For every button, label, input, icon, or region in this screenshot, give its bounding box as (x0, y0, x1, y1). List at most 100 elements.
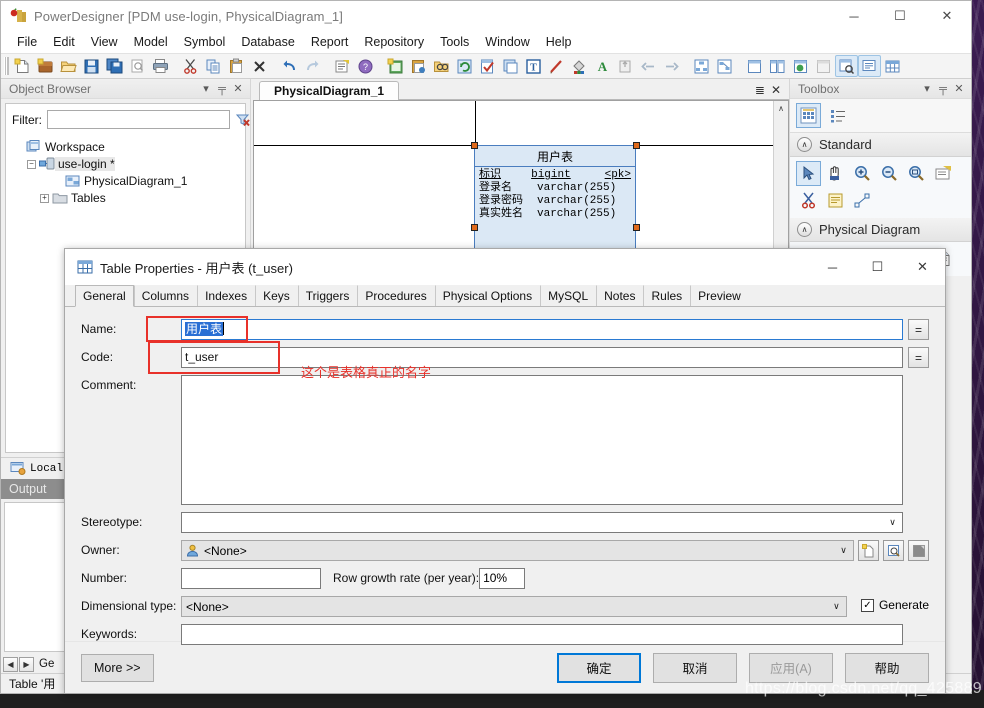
tab-mysql[interactable]: MySQL (540, 285, 596, 306)
filter-input[interactable] (47, 110, 230, 129)
align-icon[interactable] (789, 55, 812, 77)
layer-icon[interactable] (499, 55, 522, 77)
open-package-icon[interactable] (931, 161, 956, 186)
chevron-up-icon[interactable]: ∧ (797, 137, 812, 152)
comment-textarea[interactable] (181, 375, 903, 505)
menu-database[interactable]: Database (233, 33, 303, 51)
palette-list-icon[interactable] (825, 103, 850, 128)
print-icon[interactable] (149, 55, 172, 77)
tab-next-button[interactable]: ▶ (19, 656, 34, 672)
tree-expander[interactable]: + (38, 192, 51, 203)
help-icon[interactable]: ? (354, 55, 377, 77)
cancel-button[interactable]: 取消 (653, 652, 737, 683)
dialog-maximize-button[interactable]: ☐ (855, 249, 900, 285)
stereotype-combo[interactable]: ∨ (181, 512, 903, 533)
chevron-down-icon[interactable]: ▾ (198, 82, 214, 95)
save-all-icon[interactable] (103, 55, 126, 77)
chevron-down-icon[interactable]: ∨ (829, 601, 844, 612)
generate-checkbox-row[interactable]: ✓ Generate (860, 596, 929, 612)
paste-format-icon[interactable] (407, 55, 430, 77)
menu-window[interactable]: Window (477, 33, 537, 51)
palette-grid-icon[interactable] (796, 103, 821, 128)
tab-physical-options[interactable]: Physical Options (434, 285, 540, 306)
menu-view[interactable]: View (83, 33, 126, 51)
number-input[interactable] (181, 568, 321, 589)
check-model-icon[interactable] (476, 55, 499, 77)
tree-node-workspace[interactable]: Workspace (12, 138, 245, 155)
selection-handle[interactable] (471, 224, 478, 231)
owner-properties-button[interactable] (883, 540, 904, 561)
delete-icon[interactable] (248, 55, 271, 77)
menu-symbol[interactable]: Symbol (176, 33, 234, 51)
maximize-button[interactable]: ☐ (877, 1, 923, 31)
close-icon[interactable]: ✕ (951, 82, 967, 95)
refresh-icon[interactable] (453, 55, 476, 77)
tab-physicaldiagram-1[interactable]: PhysicalDiagram_1 (259, 81, 400, 100)
tree-expander[interactable]: − (25, 158, 38, 169)
dialog-close-button[interactable]: ✕ (900, 249, 945, 285)
selection-handle[interactable] (471, 142, 478, 149)
tab-keys[interactable]: Keys (255, 285, 298, 306)
comment-icon[interactable] (858, 55, 881, 77)
row-growth-input[interactable]: 10% (479, 568, 526, 589)
chevron-up-icon[interactable]: ∧ (797, 222, 812, 237)
zoom-in-icon[interactable] (850, 161, 875, 186)
close-icon[interactable]: ✕ (230, 82, 246, 95)
pin-icon[interactable]: ╤ (935, 83, 951, 95)
toolbar-grip[interactable] (4, 57, 9, 75)
find-icon[interactable] (430, 55, 453, 77)
menu-repository[interactable]: Repository (356, 33, 432, 51)
link-icon[interactable] (850, 188, 875, 213)
close-button[interactable]: ✕ (923, 1, 971, 31)
toolbox-group-physical-diagram[interactable]: ∧ Physical Diagram (790, 218, 971, 242)
name-equals-button[interactable]: = (908, 319, 929, 340)
zoom-out-icon[interactable] (877, 161, 902, 186)
paste-icon[interactable] (225, 55, 248, 77)
menu-file[interactable]: File (9, 33, 45, 51)
dialog-minimize-button[interactable]: ─ (810, 249, 855, 285)
open-icon[interactable] (57, 55, 80, 77)
owner-combo[interactable]: <None> ∨ (181, 540, 854, 561)
new-diagram-icon[interactable] (384, 55, 407, 77)
code-input[interactable]: t_user (181, 347, 903, 368)
text-format-icon[interactable]: T (522, 55, 545, 77)
grid-icon[interactable] (881, 55, 904, 77)
font-color-icon[interactable]: A (591, 55, 614, 77)
help-button[interactable]: 帮助 (845, 652, 929, 683)
save-icon[interactable] (80, 55, 103, 77)
tile-icon[interactable] (766, 55, 789, 77)
window-icon[interactable] (743, 55, 766, 77)
filter-clear-icon[interactable] (235, 111, 250, 128)
menu-model[interactable]: Model (126, 33, 176, 51)
zoom-fit-icon[interactable] (904, 161, 929, 186)
tab-notes[interactable]: Notes (596, 285, 643, 306)
ok-button[interactable]: 确定 (557, 652, 641, 683)
generate-checkbox[interactable]: ✓ (860, 598, 874, 612)
menu-tools[interactable]: Tools (432, 33, 477, 51)
owner-clear-button[interactable] (908, 540, 929, 561)
more-button[interactable]: More >> (81, 653, 154, 682)
auto-layout-icon[interactable] (713, 55, 736, 77)
pin-icon[interactable]: ╤ (214, 83, 230, 95)
fill-color-icon[interactable] (568, 55, 591, 77)
back-icon[interactable] (637, 55, 660, 77)
keywords-input[interactable] (181, 624, 903, 645)
name-input[interactable]: 用户表 (181, 319, 903, 340)
redo-icon[interactable] (301, 55, 324, 77)
pointer-icon[interactable] (796, 161, 821, 186)
forward-icon[interactable] (660, 55, 683, 77)
tab-columns[interactable]: Columns (133, 285, 197, 306)
tree-node-tables[interactable]: + Tables (12, 189, 245, 206)
tab-procedures[interactable]: Procedures (357, 285, 434, 306)
browser-tab-general[interactable]: Ge (35, 658, 58, 670)
zoom-page-icon[interactable] (835, 55, 858, 77)
dimensional-type-combo[interactable]: <None> ∨ (181, 596, 847, 617)
scroll-up-icon[interactable]: ∧ (774, 101, 789, 116)
pan-hand-icon[interactable] (823, 161, 848, 186)
tab-prev-button[interactable]: ◀ (3, 656, 18, 672)
tree-node-physicaldiagram[interactable]: PhysicalDiagram_1 (12, 172, 245, 189)
note-icon[interactable] (823, 188, 848, 213)
copy-icon[interactable] (202, 55, 225, 77)
undo-icon[interactable] (278, 55, 301, 77)
menu-help[interactable]: Help (538, 33, 580, 51)
